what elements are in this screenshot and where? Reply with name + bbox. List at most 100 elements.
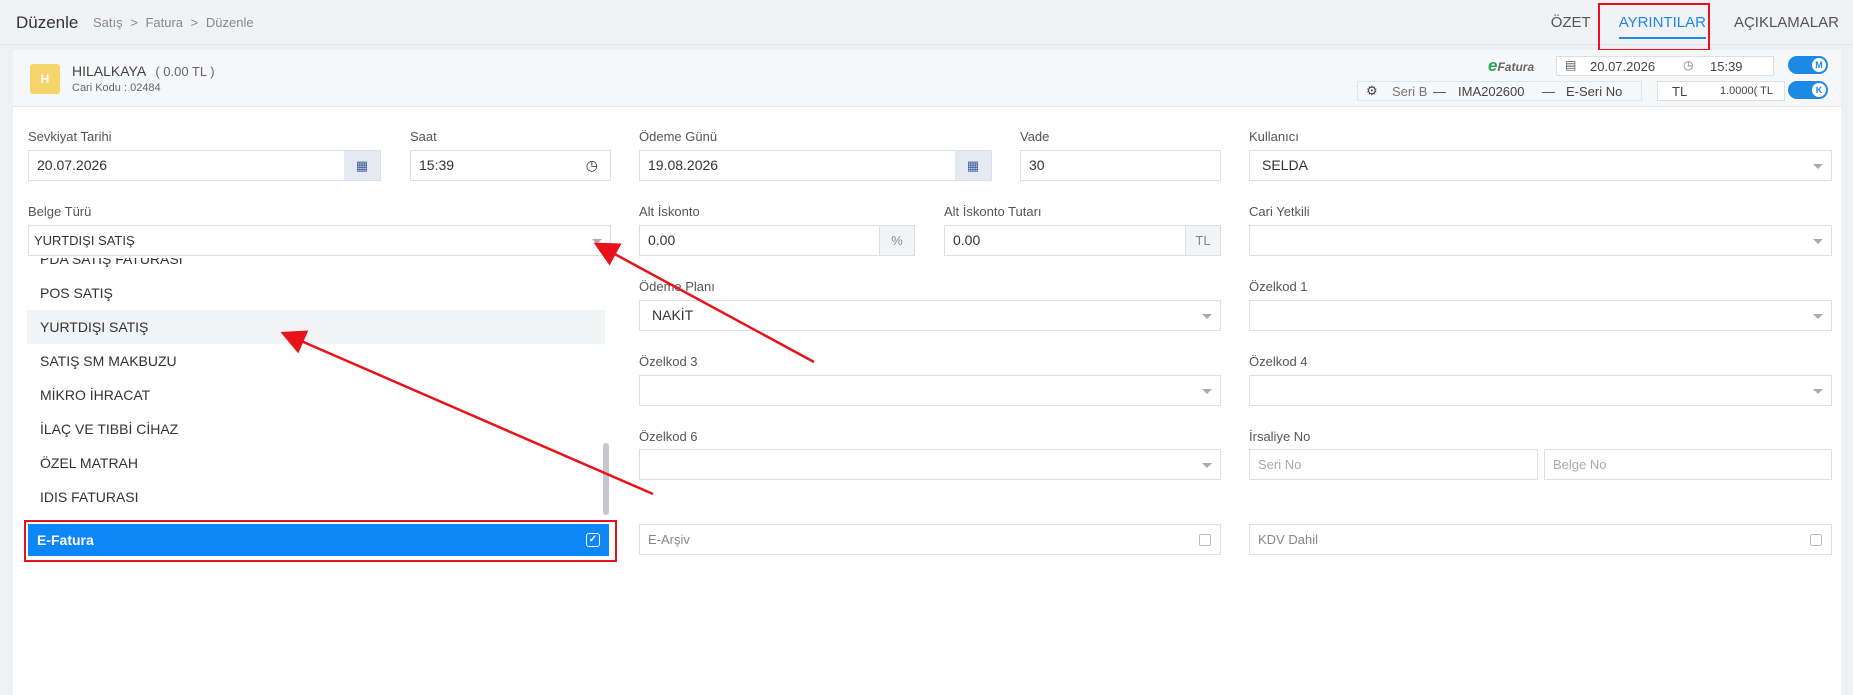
- irsaliye-belge-placeholder: Belge No: [1553, 457, 1607, 472]
- dropdown-item-mikro-ihracat[interactable]: MİKRO İHRACAT: [27, 378, 605, 412]
- alt-iskonto-tutari-input[interactable]: 0.00 TL: [944, 225, 1221, 256]
- efatura-logo: eFatura: [1488, 56, 1534, 76]
- calendar-icon[interactable]: ▦: [955, 151, 991, 180]
- sevkiyat-label: Sevkiyat Tarihi: [28, 129, 112, 144]
- currency-unit: TL: [1185, 226, 1220, 255]
- saat-input[interactable]: 15:39 ◷: [410, 150, 611, 181]
- breadcrumb-item-satis[interactable]: Satış: [93, 15, 123, 30]
- cari-yetkili-label: Cari Yetkili: [1249, 204, 1310, 219]
- doc-date: 20.07.2026: [1590, 59, 1656, 74]
- irsaliye-seri-placeholder: Seri No: [1258, 457, 1302, 472]
- calendar-icon[interactable]: ▦: [344, 151, 380, 180]
- belge-turu-dropdown: PDA SATIŞ FATURASI POS SATIŞ YURTDIŞI SA…: [27, 258, 611, 520]
- ozelkod6-label: Özelkod 6: [639, 429, 698, 444]
- breadcrumb-item-fatura[interactable]: Fatura: [145, 15, 183, 30]
- alt-iskonto-value: 0.00: [648, 232, 676, 248]
- doc-datetime-field[interactable]: ▤ 20.07.2026 ◷ 15:39: [1556, 56, 1774, 76]
- efatura-checkbox-field[interactable]: E-Fatura ✓: [28, 524, 609, 556]
- dropdown-item-idis-faturasi[interactable]: IDIS FATURASI: [27, 480, 605, 514]
- gear-icon[interactable]: ⚙: [1366, 83, 1378, 99]
- toggle-m[interactable]: M: [1788, 56, 1828, 74]
- alt-iskonto-tutari-label: Alt İskonto Tutarı: [944, 204, 1042, 219]
- customer-code: Cari Kodu : 02484: [72, 82, 161, 94]
- odeme-gunu-label: Ödeme Günü: [639, 129, 718, 144]
- belge-turu-label: Belge Türü: [28, 204, 92, 219]
- vade-value: 30: [1029, 157, 1045, 173]
- sevkiyat-date-input[interactable]: 20.07.2026 ▦: [28, 150, 381, 181]
- kdv-dahil-checkbox[interactable]: [1810, 534, 1822, 546]
- kullanici-select[interactable]: SELDA: [1249, 150, 1832, 181]
- doc-series-field[interactable]: ⚙ Seri B — IMA202600 — E-Seri No: [1357, 81, 1642, 101]
- breadcrumb-item-duzenle: Düzenle: [205, 15, 254, 30]
- odeme-gunu-input[interactable]: 19.08.2026 ▦: [639, 150, 992, 181]
- toggle-m-knob: M: [1812, 58, 1826, 72]
- odeme-gunu-value: 19.08.2026: [648, 157, 719, 173]
- odeme-plani-select[interactable]: NAKİT: [639, 300, 1221, 331]
- ozelkod4-label: Özelkod 4: [1249, 354, 1308, 369]
- belge-turu-select[interactable]: YURTDIŞI SATIŞ: [28, 225, 611, 256]
- belge-turu-value: YURTDIŞI SATIŞ: [34, 233, 135, 248]
- toggle-k-knob: K: [1812, 83, 1826, 97]
- clock-icon: ◷: [1683, 58, 1694, 72]
- dropdown-item-ozel-matrah[interactable]: ÖZEL MATRAH: [27, 446, 605, 480]
- exchange-rate: 1.0000( TL: [1720, 85, 1774, 97]
- dropdown-item-pda-satis[interactable]: PDA SATIŞ FATURASI: [27, 258, 605, 276]
- dropdown-item-pos-satis[interactable]: POS SATIŞ: [27, 276, 605, 310]
- efatura-logo-text: Fatura: [1497, 60, 1535, 74]
- toggle-k[interactable]: K: [1788, 81, 1828, 99]
- series-dash: —: [1433, 84, 1446, 99]
- tab-bar: ÖZET AYRINTILAR AÇIKLAMALAR: [1537, 0, 1853, 45]
- kdv-dahil-label: KDV Dahil: [1258, 532, 1318, 547]
- tab-ayrintilar[interactable]: AYRINTILAR: [1605, 0, 1720, 45]
- dropdown-scrollbar[interactable]: [603, 443, 609, 515]
- page-title: Düzenle: [16, 13, 79, 32]
- customer-name[interactable]: HILALKAYA ( 0.00 TL ): [72, 63, 215, 79]
- ozelkod6-select[interactable]: [639, 449, 1221, 480]
- dropdown-item-satis-sm-makbuzu[interactable]: SATIŞ SM MAKBUZU: [27, 344, 605, 378]
- vade-label: Vade: [1020, 129, 1050, 144]
- top-bar: Düzenle Satış > Fatura > Düzenle ÖZET AY…: [0, 0, 1853, 45]
- vade-input[interactable]: 30: [1020, 150, 1221, 181]
- irsaliye-seri-input[interactable]: Seri No: [1249, 449, 1538, 480]
- earsiv-checkbox-field[interactable]: E-Arşiv: [639, 524, 1221, 555]
- breadcrumb-separator: >: [190, 15, 199, 30]
- kullanici-label: Kullanıcı: [1249, 129, 1299, 144]
- check-icon[interactable]: ✓: [586, 533, 600, 547]
- percent-unit: %: [879, 226, 914, 255]
- alt-iskonto-label: Alt İskonto: [639, 204, 700, 219]
- dropdown-item-ilac-tibbi-cihaz[interactable]: İLAÇ VE TIBBİ CİHAZ: [27, 412, 605, 446]
- irsaliye-belge-input[interactable]: Belge No: [1544, 449, 1832, 480]
- dropdown-item-yurtdisi-satis[interactable]: YURTDIŞI SATIŞ: [27, 310, 605, 344]
- currency-code: TL: [1672, 84, 1688, 99]
- doc-number: IMA202600: [1458, 84, 1525, 99]
- saat-value: 15:39: [419, 157, 455, 173]
- earsiv-label: E-Arşiv: [648, 532, 690, 547]
- breadcrumb-separator: >: [130, 15, 138, 30]
- card-header: H HILALKAYA ( 0.00 TL ) Cari Kodu : 0248…: [13, 50, 1841, 107]
- avatar: H: [30, 64, 60, 94]
- ozelkod3-select[interactable]: [639, 375, 1221, 406]
- clock-icon: ◷: [585, 157, 598, 173]
- customer-name-text: HILALKAYA: [72, 63, 146, 79]
- kdv-dahil-checkbox-field[interactable]: KDV Dahil: [1249, 524, 1832, 555]
- doc-time: 15:39: [1710, 59, 1743, 74]
- tab-aciklamalar[interactable]: AÇIKLAMALAR: [1720, 0, 1853, 45]
- efatura-label: E-Fatura: [37, 532, 94, 548]
- ozelkod1-select[interactable]: [1249, 300, 1832, 331]
- saat-label: Saat: [410, 129, 437, 144]
- tab-ozet[interactable]: ÖZET: [1537, 0, 1605, 45]
- series-label: Seri B: [1392, 84, 1428, 99]
- ozelkod1-label: Özelkod 1: [1249, 279, 1308, 294]
- sevkiyat-date-value: 20.07.2026: [37, 157, 108, 173]
- odeme-plani-value: NAKİT: [652, 307, 694, 323]
- kullanici-value: SELDA: [1262, 157, 1308, 173]
- earsiv-checkbox[interactable]: [1199, 534, 1211, 546]
- cari-yetkili-select[interactable]: [1249, 225, 1832, 256]
- e-series-number: E-Seri No: [1566, 84, 1623, 99]
- currency-field[interactable]: TL 1.0000( TL: [1657, 81, 1785, 101]
- irsaliye-label: İrsaliye No: [1249, 429, 1311, 444]
- ozelkod4-select[interactable]: [1249, 375, 1832, 406]
- series-dash: —: [1542, 84, 1555, 99]
- customer-balance: ( 0.00 TL ): [155, 64, 215, 79]
- alt-iskonto-input[interactable]: 0.00 %: [639, 225, 915, 256]
